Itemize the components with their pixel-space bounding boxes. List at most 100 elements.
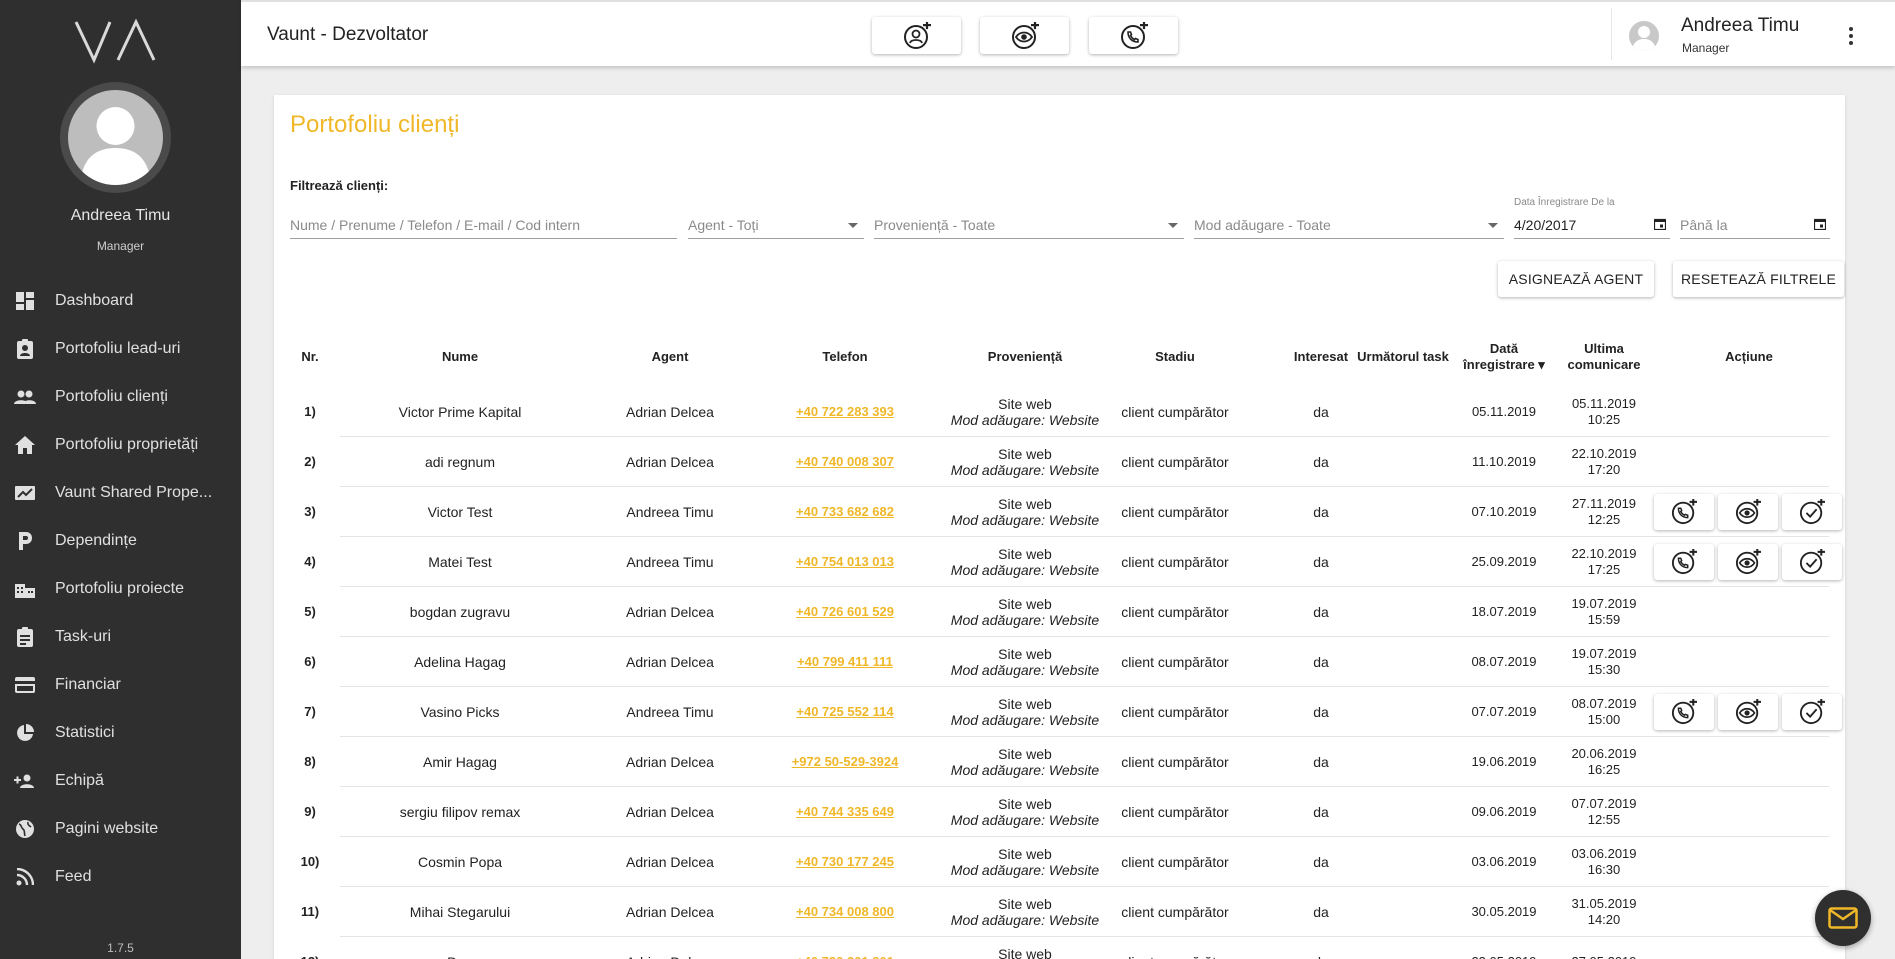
table-row[interactable]: 6) Adelina Hagag Adrian Delcea +40 799 4… (274, 637, 1845, 687)
cell-agent: Adrian Delcea (590, 937, 750, 959)
calendar-icon[interactable] (1814, 218, 1826, 230)
col-header-interesat[interactable]: Interesat (1285, 337, 1357, 377)
col-header-telefon[interactable]: Telefon (760, 337, 930, 377)
table-row[interactable]: 7) Vasino Picks Andreea Timu +40 725 552… (274, 687, 1845, 737)
app-title: Vaunt - Dezvoltator (267, 24, 429, 45)
cell-ultima-comunicare: 03.06.2019 16:30 (1554, 837, 1654, 887)
col-header-nume[interactable]: Nume (340, 337, 580, 377)
col-header-stadiu[interactable]: Stadiu (1120, 337, 1230, 377)
col-header-urmatorul-task[interactable]: Următorul task (1352, 337, 1454, 377)
cell-stadiu: client cumpărător (1121, 904, 1229, 920)
sidebar-item-lead-uri[interactable]: Portofoliu lead-uri (0, 325, 241, 373)
col-header-actiune[interactable]: Acțiune (1654, 337, 1844, 377)
cell-telefon-link[interactable]: +40 725 552 114 (760, 687, 930, 737)
col-header-agent[interactable]: Agent (590, 337, 750, 377)
table-row[interactable]: 2) adi regnum Adrian Delcea +40 740 008 … (274, 437, 1845, 487)
sidebar-user-role: Manager (96, 239, 145, 253)
topbar-divider (1611, 8, 1612, 60)
reset-filters-button[interactable]: RESETEAZĂ FILTRELE (1673, 261, 1844, 297)
table-row[interactable]: 4) Matei Test Andreea Timu +40 754 013 0… (274, 537, 1845, 587)
sidebar-item-clienti[interactable]: Portofoliu clienți (0, 373, 241, 421)
cell-telefon-link[interactable]: +40 730 177 245 (760, 837, 930, 887)
schedule-call-button[interactable] (1654, 494, 1714, 530)
sidebar-avatar[interactable] (60, 82, 171, 193)
cell-nr: 3) (304, 504, 316, 519)
table-row[interactable]: 8) Amir Hagag Adrian Delcea +972 50-529-… (274, 737, 1845, 787)
cell-telefon-link[interactable]: +40 799 411 111 (760, 637, 930, 687)
sidebar-item-shared[interactable]: Vaunt Shared Prope... (0, 469, 241, 517)
sidebar-item-website[interactable]: Pagini website (0, 805, 241, 853)
table-row[interactable]: 3) Victor Test Andreea Timu +40 733 682 … (274, 487, 1845, 537)
cell-telefon-link[interactable]: +40 744 335 649 (760, 787, 930, 837)
date-from-field[interactable]: Data Înregistrare De la 4/20/2017 (1514, 197, 1670, 239)
ultima-date: 22.10.2019 (1571, 446, 1637, 461)
provenienta-mod: Mod adăugare: Website (950, 612, 1100, 628)
add-viewing-button[interactable] (980, 17, 1069, 54)
col-header-data-line2: înregistrare ▾ (1463, 357, 1545, 372)
cell-interesat: da (1313, 704, 1329, 720)
calendar-icon[interactable] (1654, 218, 1666, 230)
col-header-data-inregistrare[interactable]: Dată înregistrare ▾ (1454, 337, 1554, 377)
schedule-call-button[interactable] (1654, 694, 1714, 730)
cell-telefon-link[interactable]: +40 726 601 529 (760, 587, 930, 637)
table-row[interactable]: 9) sergiu filipov remax Adrian Delcea +4… (274, 787, 1845, 837)
table-row[interactable]: 10) Cosmin Popa Adrian Delcea +40 730 17… (274, 837, 1845, 887)
cell-nr: 5) (304, 604, 316, 619)
provenienta-mod: Mod adăugare: Website (950, 712, 1100, 728)
sidebar-item-feed[interactable]: Feed (0, 853, 241, 901)
cell-telefon-link[interactable]: +972 50-529-3924 (760, 737, 930, 787)
cell-stadiu: client cumpărător (1121, 654, 1229, 670)
add-task-button[interactable] (1782, 544, 1842, 580)
messages-button[interactable] (1815, 890, 1871, 946)
cell-telefon-link[interactable]: +40 733 682 682 (760, 487, 930, 537)
cell-telefon-link[interactable]: +40 734 008 800 (760, 887, 930, 937)
cell-telefon-link[interactable]: +40 740 008 307 (760, 437, 930, 487)
assign-agent-button[interactable]: ASIGNEAZĂ AGENT (1498, 261, 1654, 297)
ultima-time: 14:20 (1587, 912, 1621, 927)
search-input[interactable]: Nume / Prenume / Telefon / E-mail / Cod … (290, 207, 677, 239)
more-vert-icon[interactable] (1842, 22, 1860, 50)
col-header-nr[interactable]: Nr. (290, 337, 330, 377)
sidebar-item-proiecte[interactable]: Portofoliu proiecte (0, 565, 241, 613)
table-row[interactable]: 1) Victor Prime Kapital Adrian Delcea +4… (274, 387, 1845, 437)
table-row[interactable]: 5) bogdan zugravu Adrian Delcea +40 726 … (274, 587, 1845, 637)
add-task-button[interactable] (1782, 694, 1842, 730)
schedule-viewing-button[interactable] (1718, 694, 1778, 730)
sidebar-item-financiar[interactable]: Financiar (0, 661, 241, 709)
sidebar-item-dependinte[interactable]: Dependințe (0, 517, 241, 565)
table-row[interactable]: 11) Mihai Stegarului Adrian Delcea +40 7… (274, 887, 1845, 937)
cell-provenienta: Site web Mod adăugare: Website (940, 387, 1110, 437)
provenienta-source: Site web (998, 746, 1052, 762)
sidebar-item-dashboard[interactable]: Dashboard (0, 277, 241, 325)
col-header-ultima-comunicare[interactable]: Ultima comunicare (1554, 337, 1654, 377)
table-row[interactable]: 12) Dan Adrian Delcea +40 720 201 201 Si… (274, 937, 1845, 959)
date-to-field[interactable]: Până la (1680, 207, 1830, 239)
provenienta-select[interactable]: Proveniență - Toate (874, 207, 1184, 239)
add-call-button[interactable] (1089, 17, 1178, 54)
cell-telefon-link[interactable]: +40 722 283 393 (760, 387, 930, 437)
ultima-date: 27.11.2019 (1571, 496, 1637, 511)
vaunt-logo[interactable] (74, 18, 158, 64)
cell-telefon-link[interactable]: +40 754 013 013 (760, 537, 930, 587)
sidebar-item-task-uri[interactable]: Task-uri (0, 613, 241, 661)
add-client-button[interactable] (872, 17, 961, 54)
schedule-viewing-button[interactable] (1718, 544, 1778, 580)
schedule-viewing-button[interactable] (1718, 494, 1778, 530)
cell-nume: adi regnum (424, 454, 496, 470)
topbar-avatar[interactable] (1629, 21, 1659, 51)
mod-adaugare-select[interactable]: Mod adăugare - Toate (1194, 207, 1504, 239)
add-task-button[interactable] (1782, 494, 1842, 530)
schedule-call-button[interactable] (1654, 544, 1714, 580)
col-header-provenienta[interactable]: Proveniență (940, 337, 1110, 377)
date-from-value: 4/20/2017 (1514, 217, 1577, 233)
sidebar-item-echipa[interactable]: Echipă (0, 757, 241, 805)
sidebar-item-proprietati[interactable]: Portofoliu proprietăți (0, 421, 241, 469)
agent-select[interactable]: Agent - Toți (688, 207, 864, 239)
add-eye-icon (1735, 499, 1761, 525)
sidebar-item-label: Dashboard (55, 292, 134, 309)
cell-interesat: da (1313, 504, 1329, 520)
cell-nume: Mihai Stegarului (409, 904, 511, 920)
rss-icon (14, 866, 36, 888)
sidebar-item-statistici[interactable]: Statistici (0, 709, 241, 757)
cell-telefon-link[interactable]: +40 720 201 201 (760, 937, 930, 959)
